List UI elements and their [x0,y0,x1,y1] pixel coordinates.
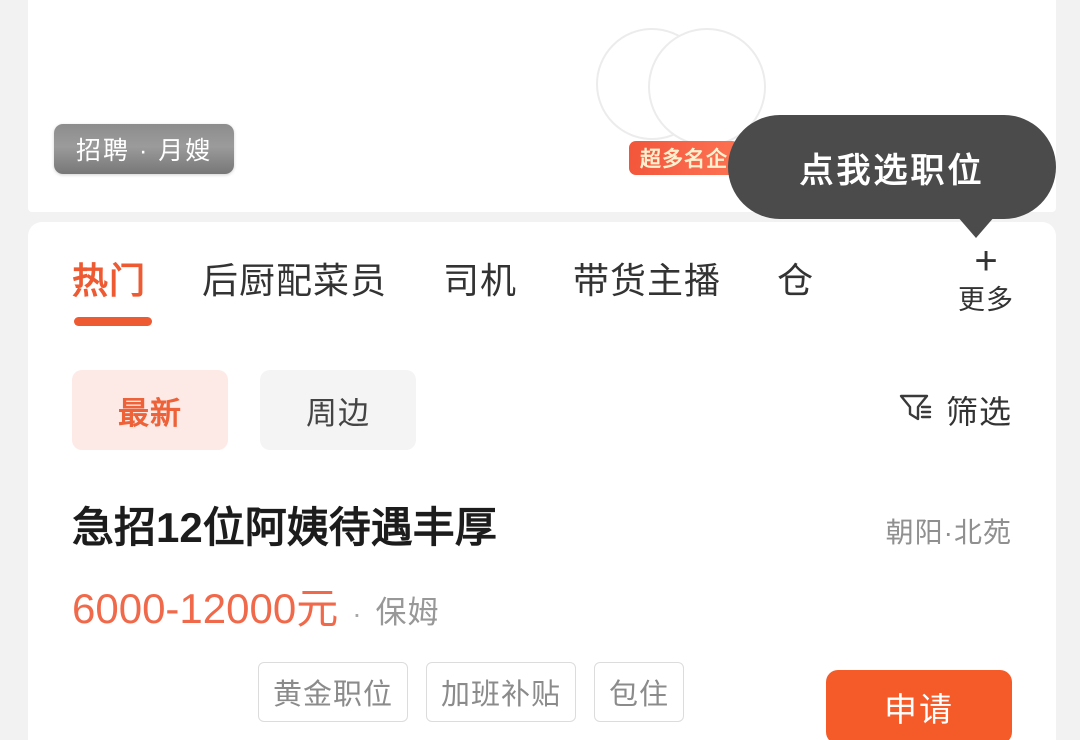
select-job-tooltip-label: 点我选职位 [799,151,985,190]
chip-newest-label: 最新 [118,395,182,431]
job-title: 急招12位阿姨待遇丰厚 [72,504,497,551]
filter-icon [896,388,936,433]
sort-filter-row: 最新 周边 筛选 [28,340,1056,480]
job-listing-screen: 招聘 · 月嫂 超多名企 点我选职位 热门 后厨配菜员 司机 带货主播 仓 + … [0,0,1080,740]
filter-label: 筛选 [945,394,1012,430]
chip-newest[interactable]: 最新 [72,370,228,450]
recruit-category-pill[interactable]: 招聘 · 月嫂 [54,124,235,174]
more-categories-label: 更多 [958,284,1014,315]
tab-driver-label: 司机 [443,260,518,301]
tab-kitchen-prep-label: 后厨配菜员 [202,260,388,301]
tooltip-arrow-icon [957,216,995,238]
apply-button[interactable]: 申请 [826,670,1012,740]
job-salary-row: 6000-12000元 · 保姆 [72,575,1012,636]
more-categories-button[interactable]: + 更多 [934,222,1038,340]
job-salary-amount: 6000-12000元 [72,585,339,632]
filter-button[interactable]: 筛选 [896,387,1012,433]
chip-nearby[interactable]: 周边 [260,370,416,450]
many-companies-badge: 超多名企 [629,141,739,175]
job-role: 保姆 [375,595,440,630]
job-tag: 黄金职位 [258,662,409,722]
tab-hot-label: 热门 [72,260,147,301]
salary-separator: · [352,598,362,629]
tab-live-streamer-label: 带货主播 [573,260,722,301]
tab-hot[interactable]: 热门 [72,252,152,326]
tab-driver[interactable]: 司机 [443,252,517,310]
chip-nearby-label: 周边 [306,395,370,431]
job-list-item[interactable]: 急招12位阿姨待遇丰厚 朝阳·北苑 6000-12000元 · 保姆 黄金职位 … [28,494,1056,740]
job-tags: 黄金职位 加班补贴 包住 [258,662,685,722]
tab-warehouse-label: 仓 [777,260,815,301]
category-tabs-scroller[interactable]: 热门 后厨配菜员 司机 带货主播 仓 [28,222,938,340]
plus-icon: + [974,238,998,283]
tab-warehouse[interactable]: 仓 [777,252,814,310]
select-job-tooltip[interactable]: 点我选职位 [728,115,1056,219]
tab-kitchen-prep[interactable]: 后厨配菜员 [202,252,387,310]
job-header: 急招12位阿姨待遇丰厚 朝阳·北苑 [72,494,1012,555]
category-tabs: 热门 后厨配菜员 司机 带货主播 仓 + 更多 [28,222,1056,340]
many-companies-label: 超多名企 [640,148,728,171]
tab-active-underline [74,317,152,326]
jobs-card: 热门 后厨配菜员 司机 带货主播 仓 + 更多 最新 周边 筛选 急招12位阿姨… [28,222,1056,740]
job-tag: 包住 [594,662,685,722]
tab-live-streamer[interactable]: 带货主播 [573,252,721,310]
recruit-category-label: 招聘 · 月嫂 [76,137,213,165]
job-location: 朝阳·北苑 [885,517,1012,548]
job-footer: 黄金职位 加班补贴 包住 申请 [72,662,1012,740]
job-tag: 加班补贴 [426,662,577,722]
